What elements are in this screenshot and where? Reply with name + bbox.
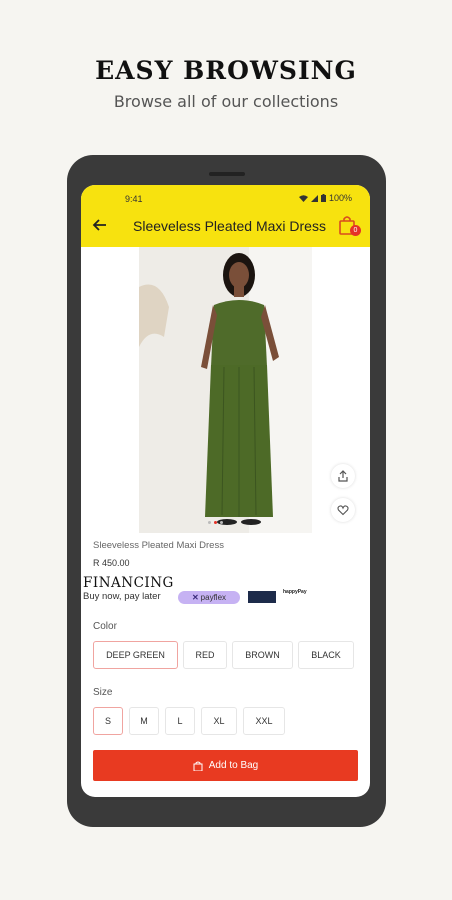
add-to-bag-label: Add to Bag bbox=[208, 760, 259, 771]
color-option-red[interactable]: RED bbox=[183, 641, 227, 669]
size-option-l[interactable]: L bbox=[165, 707, 195, 735]
add-to-bag-button[interactable]: Add to Bag bbox=[93, 750, 358, 781]
color-label: Color bbox=[93, 621, 117, 632]
bag-add-icon bbox=[193, 761, 203, 771]
payflex-label: payflex bbox=[200, 593, 227, 602]
payment-provider-logo[interactable] bbox=[248, 591, 276, 603]
size-option-m[interactable]: M bbox=[129, 707, 159, 735]
app-bar: 9:41 100% Sleeveless Pleated Maxi Dress … bbox=[81, 185, 370, 247]
battery-icon bbox=[320, 194, 326, 202]
happypay-logo[interactable]: happyPay bbox=[283, 589, 307, 595]
promo-subtitle: Browse all of our collections bbox=[113, 92, 339, 111]
share-icon bbox=[338, 470, 348, 482]
status-indicators: 100% bbox=[298, 193, 352, 203]
size-option-xl[interactable]: XL bbox=[201, 707, 237, 735]
signal-icon bbox=[310, 194, 318, 202]
wishlist-button[interactable] bbox=[331, 498, 355, 522]
product-price: R 450.00 bbox=[93, 558, 130, 568]
phone-frame: 9:41 100% Sleeveless Pleated Maxi Dress … bbox=[67, 155, 386, 827]
size-label: Size bbox=[93, 687, 113, 698]
share-button[interactable] bbox=[331, 464, 355, 488]
phone-speaker bbox=[209, 172, 245, 176]
color-option-black[interactable]: BLACK bbox=[298, 641, 354, 669]
back-arrow-icon[interactable] bbox=[91, 216, 109, 234]
image-carousel-dots bbox=[208, 521, 223, 524]
financing-title: FINANCING bbox=[83, 575, 174, 591]
product-image[interactable] bbox=[139, 247, 312, 533]
product-name: Sleeveless Pleated Maxi Dress bbox=[93, 540, 224, 551]
size-option-s[interactable]: S bbox=[93, 707, 123, 735]
color-option-brown[interactable]: BROWN bbox=[232, 641, 293, 669]
wifi-icon bbox=[298, 194, 308, 202]
dress-model-illustration bbox=[139, 247, 312, 533]
battery-percent: 100% bbox=[328, 193, 352, 203]
bag-count-badge: 0 bbox=[350, 225, 361, 236]
size-option-xxl[interactable]: XXL bbox=[243, 707, 285, 735]
promo-title: EASY BROWSING bbox=[95, 56, 357, 85]
heart-icon bbox=[337, 505, 349, 516]
carousel-dot[interactable] bbox=[214, 521, 217, 524]
page-title: Sleeveless Pleated Maxi Dress bbox=[133, 218, 326, 234]
payflex-badge[interactable]: ✕ payflex bbox=[178, 591, 240, 604]
carousel-dot[interactable] bbox=[208, 521, 211, 524]
app-screen: 9:41 100% Sleeveless Pleated Maxi Dress … bbox=[81, 185, 370, 797]
color-option-deep-green[interactable]: DEEP GREEN bbox=[93, 641, 178, 669]
financing-subtitle: Buy now, pay later bbox=[83, 591, 161, 602]
payflex-logo-icon: ✕ bbox=[191, 593, 199, 602]
status-time: 9:41 bbox=[125, 194, 143, 204]
carousel-dot[interactable] bbox=[220, 521, 223, 524]
